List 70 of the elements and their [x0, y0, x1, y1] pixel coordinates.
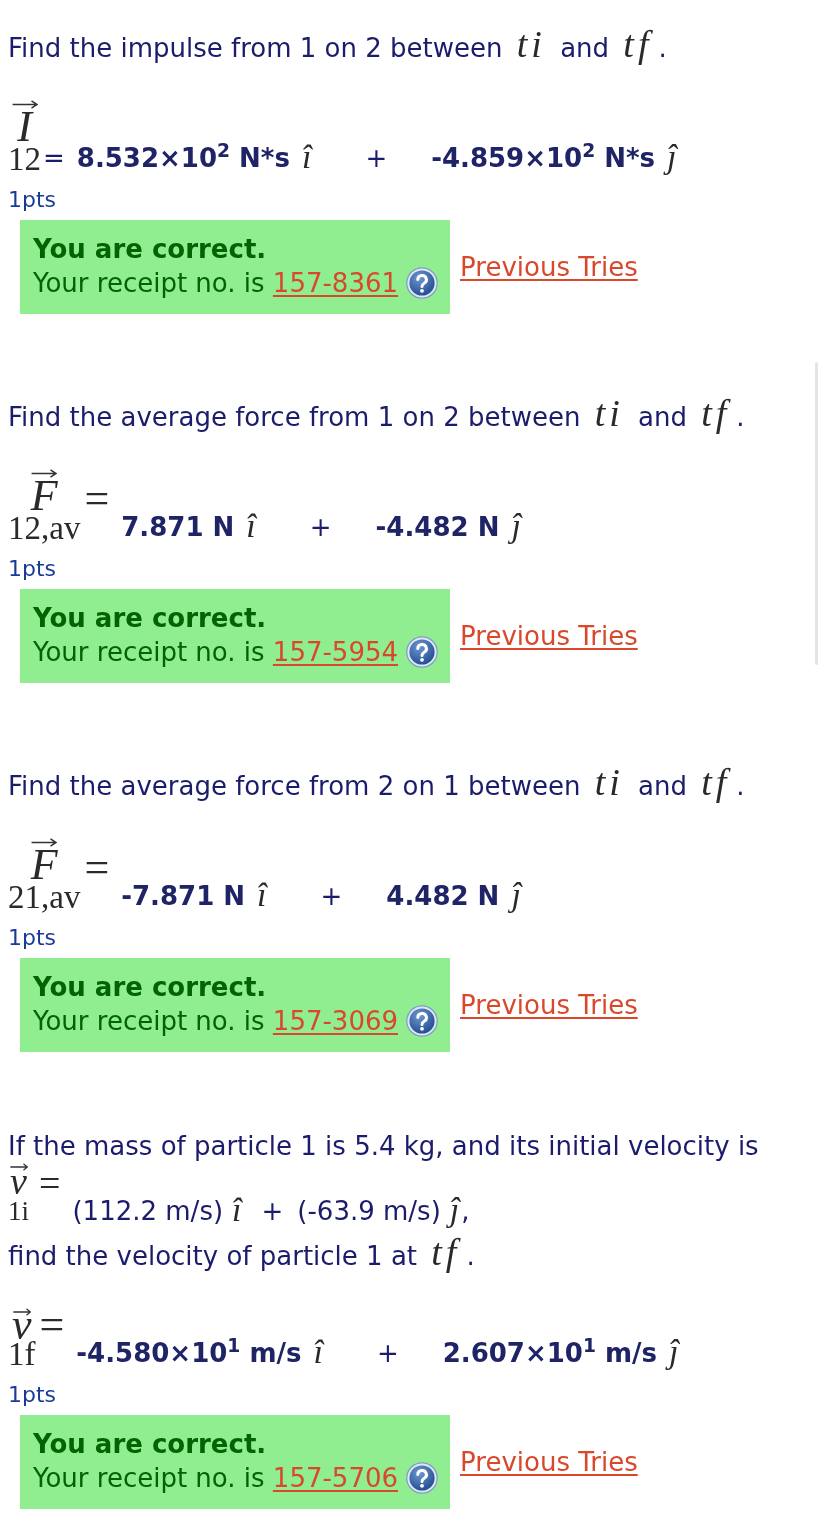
receipt-text: Your receipt no. is 157-5954: [33, 636, 399, 669]
status-text: You are correct.: [33, 233, 268, 266]
status-text: You are correct.: [33, 1428, 268, 1461]
vector-symbol: I: [17, 109, 32, 145]
answer-value: 8.532×10$^{2}$ N*s: [76, 143, 290, 173]
question-text: Find the average force from 2 on 1 between ti and tf.: [8, 760, 745, 804]
points-label: 1pts: [8, 556, 57, 582]
previous-tries-link[interactable]: Previous Tries: [460, 250, 638, 284]
receipt-text: Your receipt no. is 157-3069: [33, 1005, 399, 1038]
unit-vector: î: [246, 510, 256, 542]
equals-sign: =: [84, 853, 110, 883]
answer-value: 7.871 N: [121, 512, 235, 542]
vector-subscript: 1i: [8, 1196, 29, 1226]
equals-sign: =: [39, 1170, 61, 1196]
receipt-link[interactable]: 157-3069: [272, 1006, 399, 1036]
question-text: If the mass of particle 1 is 5.4 kg, and its initial velocity is: [8, 1130, 759, 1163]
receipt-link[interactable]: 157-8361: [272, 268, 399, 298]
help-icon[interactable]: [406, 1462, 439, 1494]
points-label: 1pts: [8, 1382, 57, 1408]
vector-arrow-icon: [31, 838, 58, 847]
operator-sign: +: [261, 1196, 284, 1226]
previous-tries-link[interactable]: Previous Tries: [460, 1445, 638, 1479]
operator-sign: +: [320, 881, 343, 911]
vector-arrow-icon: [31, 469, 58, 478]
vector-arrow-icon: [12, 1308, 31, 1316]
operator-sign: +: [376, 1338, 399, 1368]
equals-sign: =: [43, 143, 65, 173]
status-text: You are correct.: [33, 602, 268, 635]
vector-arrow-icon: [9, 1163, 28, 1171]
answer-value: 4.482 N: [386, 881, 500, 911]
question-text: Find the impulse from 1 on 2 between ti and tf.: [8, 22, 667, 66]
receipt-text: Your receipt no. is 157-8361: [33, 267, 399, 300]
vector-subscript: 1f: [8, 1340, 36, 1368]
unit-vector: î: [257, 879, 267, 911]
equals-sign: =: [39, 1310, 65, 1340]
unit-vector: î: [301, 141, 312, 173]
receipt-link[interactable]: 157-5954: [272, 637, 399, 667]
operator-sign: +: [365, 143, 388, 173]
equals-sign: =: [84, 484, 110, 514]
vector-symbol: v: [12, 1316, 32, 1340]
previous-tries-link[interactable]: Previous Tries: [460, 988, 638, 1022]
given-value: (-63.9 m/s): [297, 1196, 441, 1226]
question-text: find the velocity of particle 1 at tf.: [8, 1230, 475, 1274]
vector-subscript: 12,av: [8, 514, 81, 542]
points-label: 1pts: [8, 925, 57, 951]
answer-value: -4.482 N: [375, 512, 500, 542]
vector-subscript: 12: [8, 145, 41, 173]
punctuation-mark: ,: [461, 1196, 470, 1226]
answer-value: -4.580×10$^{1}$ m/s: [76, 1338, 302, 1368]
answer-value: -4.859×10$^{2}$ N*s: [431, 143, 656, 173]
vector-subscript: 21,av: [8, 883, 81, 911]
operator-sign: +: [309, 512, 332, 542]
question-text: Find the average force from 1 on 2 between ti and tf.: [8, 391, 745, 435]
help-icon[interactable]: [406, 636, 439, 668]
unit-vector: î: [313, 1336, 323, 1368]
receipt-link[interactable]: 157-5706: [272, 1463, 399, 1493]
help-icon[interactable]: [406, 1005, 439, 1037]
receipt-text: Your receipt no. is 157-5706: [33, 1462, 399, 1495]
previous-tries-link[interactable]: Previous Tries: [460, 619, 638, 653]
vector-symbol: F: [30, 847, 58, 883]
status-text: You are correct.: [33, 971, 268, 1004]
points-label: 1pts: [8, 187, 57, 213]
vector-symbol: F: [30, 478, 58, 514]
answer-value: -7.871 N: [121, 881, 246, 911]
help-icon[interactable]: [406, 267, 439, 299]
vector-symbol: v: [10, 1171, 27, 1196]
given-value: (112.2 m/s): [72, 1196, 224, 1226]
vector-arrow-icon: [11, 100, 38, 109]
unit-vector: î: [232, 1194, 242, 1226]
answer-value: 2.607×10$^{1}$ m/s: [442, 1338, 658, 1368]
